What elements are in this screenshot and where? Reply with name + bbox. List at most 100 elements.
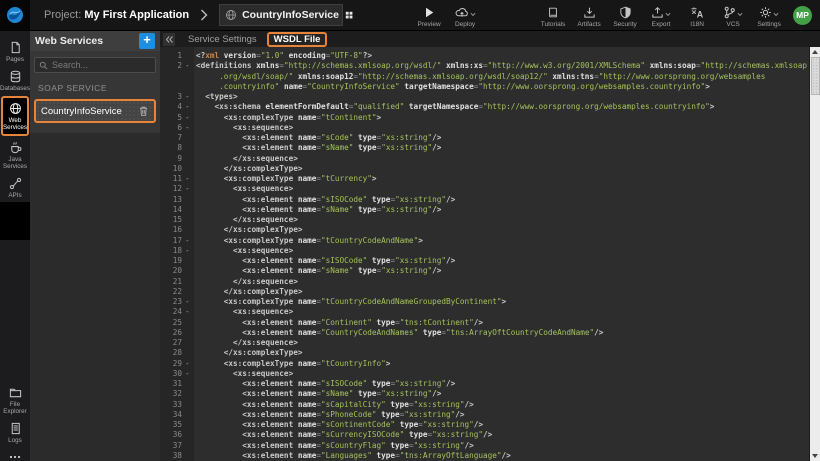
- scroll-up-icon[interactable]: [810, 47, 820, 57]
- code-area[interactable]: 1<?xml version="1.0" encoding="UTF-8"?>2…: [160, 47, 809, 461]
- gutter: 27: [160, 338, 194, 348]
- service-search[interactable]: [34, 57, 156, 73]
- fold-gap: [184, 256, 194, 266]
- code-line: 16 </xs:complexType>: [160, 225, 809, 235]
- sidebar-item-logs[interactable]: Logs: [0, 418, 30, 447]
- line-number: [160, 72, 184, 82]
- line-number: 16: [160, 225, 184, 235]
- fold-gap: [184, 379, 194, 389]
- sidebar-item-databases[interactable]: Databases: [0, 66, 30, 95]
- app-logo[interactable]: [0, 0, 30, 31]
- sidebar-item-pages[interactable]: Pages: [0, 37, 30, 66]
- add-service-button[interactable]: +: [139, 33, 155, 49]
- security-button[interactable]: Security: [607, 3, 643, 28]
- gutter: 15: [160, 215, 194, 225]
- code-line: 10 </xs:complexType>: [160, 164, 809, 174]
- java-icon: [9, 141, 22, 154]
- gutter: 14: [160, 205, 194, 215]
- search-input[interactable]: [52, 60, 151, 70]
- deploy-button[interactable]: Deploy: [447, 3, 483, 28]
- more-options-icon[interactable]: [0, 450, 30, 461]
- code-line: 31 <xs:element name="sISOCode" type="xs:…: [160, 379, 809, 389]
- fold-gap: [184, 410, 194, 420]
- fold-toggle-icon[interactable]: -: [184, 184, 194, 194]
- line-number: 36: [160, 430, 184, 440]
- gutter: 37: [160, 441, 194, 451]
- sidebar-item-java-services[interactable]: Java Services: [0, 137, 30, 173]
- fold-toggle-icon[interactable]: -: [184, 369, 194, 379]
- vcs-button[interactable]: VCS: [715, 3, 751, 28]
- line-number: 31: [160, 379, 184, 389]
- chevron-down-icon: [470, 12, 476, 17]
- gutter: 30-: [160, 369, 194, 379]
- preview-button[interactable]: Preview: [411, 3, 447, 28]
- tab-wsdl-file[interactable]: WSDL File: [267, 32, 328, 47]
- gutter: 3-: [160, 92, 194, 102]
- fold-toggle-icon[interactable]: -: [184, 307, 194, 317]
- gutter: 12-: [160, 184, 194, 194]
- settings-button[interactable]: Settings: [751, 3, 787, 28]
- tutorials-button[interactable]: Tutorials: [535, 3, 571, 28]
- service-item-countryinfoservice[interactable]: CountryInfoService: [34, 99, 156, 123]
- fold-toggle-icon[interactable]: -: [184, 297, 194, 307]
- sidebar-item-file-explorer[interactable]: File Explorer: [0, 382, 30, 418]
- line-number: 20: [160, 266, 184, 276]
- fold-toggle-icon[interactable]: -: [184, 123, 194, 133]
- preview-icon: [423, 6, 435, 19]
- sidebar-item-label: Pages: [6, 56, 24, 63]
- search-icon: [39, 61, 48, 70]
- deploy-icon: [455, 6, 469, 19]
- scroll-down-icon[interactable]: [810, 451, 820, 461]
- line-number: 21: [160, 277, 184, 287]
- fold-gap: [184, 441, 194, 451]
- artifacts-icon: [583, 6, 596, 19]
- fold-gap: [184, 195, 194, 205]
- sidebar-item-label: File Explorer: [0, 401, 30, 415]
- svg-text:A: A: [697, 9, 704, 18]
- gutter: 34: [160, 410, 194, 420]
- project-label: Project:: [44, 9, 81, 21]
- fold-toggle-icon[interactable]: -: [184, 102, 194, 112]
- artifacts-button[interactable]: Artifacts: [571, 3, 607, 28]
- fold-toggle-icon[interactable]: -: [184, 61, 194, 71]
- export-button[interactable]: Export: [643, 3, 679, 28]
- code-line: 2-<definitions xmlns="http://schemas.xml…: [160, 61, 809, 71]
- gutter: 8: [160, 143, 194, 153]
- sidebar-item-label: Java Services: [0, 156, 30, 170]
- collapse-panel-icon[interactable]: [163, 33, 175, 46]
- gutter: 7: [160, 133, 194, 143]
- grid-view-icon[interactable]: [344, 10, 354, 20]
- sidebar-item-web-services[interactable]: Web Services: [1, 96, 29, 136]
- fold-gap: [184, 328, 194, 338]
- fold-gap: [184, 205, 194, 215]
- fold-toggle-icon[interactable]: -: [184, 174, 194, 184]
- sidebar-item-apis[interactable]: APIs: [0, 173, 30, 202]
- i18n-button[interactable]: AI18N: [679, 3, 715, 28]
- code-line: 34 <xs:element name="sPhoneCode" type="x…: [160, 410, 809, 420]
- fold-toggle-icon[interactable]: -: [184, 113, 194, 123]
- gutter: 28: [160, 348, 194, 358]
- line-number: 7: [160, 133, 184, 143]
- gutter: 13: [160, 195, 194, 205]
- open-service-tab[interactable]: CountryInfoService: [219, 4, 343, 26]
- fold-toggle-icon[interactable]: -: [184, 359, 194, 369]
- topbar: Project: My First Application CountryInf…: [0, 0, 820, 31]
- topbar-actions-left: PreviewDeploy Tutorials: [411, 3, 571, 28]
- panel-title: Web Services: [35, 35, 103, 47]
- delete-service-icon[interactable]: [138, 105, 149, 117]
- code-line: 37 <xs:element name="sCountryFlag" type=…: [160, 441, 809, 451]
- line-number: 23: [160, 297, 184, 307]
- fold-toggle-icon[interactable]: -: [184, 236, 194, 246]
- artifacts-label: Artifacts: [577, 21, 600, 28]
- code-line: .countryinfo" name="CountryInfoService" …: [160, 82, 809, 92]
- tab-service-settings[interactable]: Service Settings: [188, 34, 257, 45]
- line-number: 30: [160, 369, 184, 379]
- fold-gap: [184, 400, 194, 410]
- fold-gap: [184, 82, 194, 92]
- fold-toggle-icon[interactable]: -: [184, 92, 194, 102]
- gutter: 9: [160, 154, 194, 164]
- fold-toggle-icon[interactable]: -: [184, 246, 194, 256]
- scrollbar-thumb[interactable]: [811, 57, 820, 95]
- user-avatar[interactable]: MP: [793, 6, 812, 25]
- panel-top: SOAP SERVICE CountryInfoService: [30, 51, 160, 133]
